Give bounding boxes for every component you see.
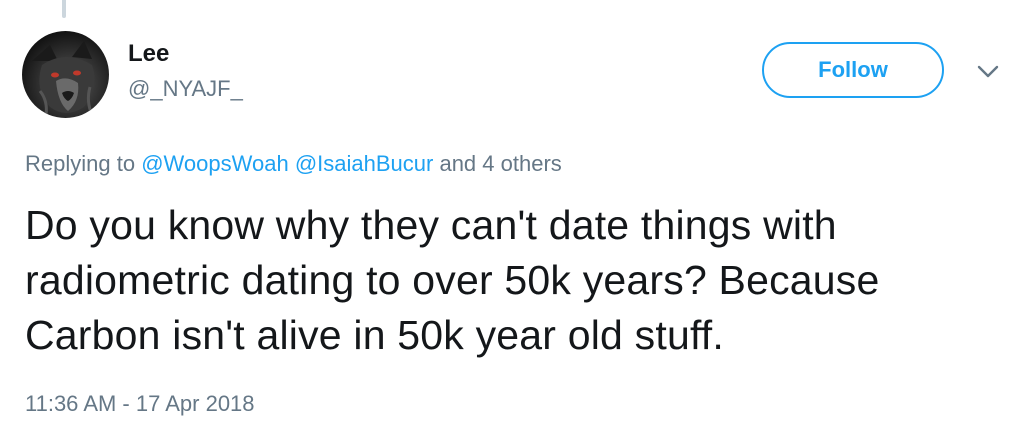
thread-connector-line (62, 0, 66, 18)
mention-link[interactable]: @WoopsWoah (141, 151, 288, 176)
chevron-down-icon[interactable] (976, 62, 1000, 82)
wolf-avatar-icon (32, 41, 95, 116)
author-screen-name[interactable]: @_NYAJF_ (128, 76, 243, 102)
replying-others[interactable]: and 4 others (439, 151, 561, 176)
tweet-timestamp[interactable]: 11:36 AM - 17 Apr 2018 (25, 390, 255, 418)
author-display-name[interactable]: Lee (128, 40, 169, 68)
replying-prefix: Replying to (25, 151, 136, 176)
mention-link[interactable]: @IsaiahBucur (295, 151, 434, 176)
tweet-text: Do you know why they can't date things w… (25, 202, 880, 358)
avatar[interactable] (22, 31, 109, 118)
replying-to-line: Replying to @WoopsWoah @IsaiahBucur and … (25, 150, 562, 178)
follow-button[interactable]: Follow (762, 42, 944, 98)
